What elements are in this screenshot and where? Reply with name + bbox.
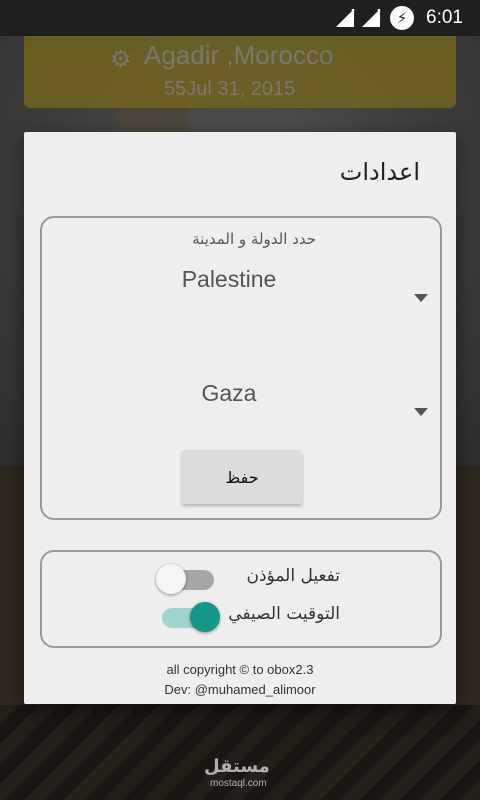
location-panel: حدد الدولة و المدينة Palestine Gaza حفظ (40, 216, 442, 520)
copyright-text: all copyright © to obox2.3 (166, 662, 314, 677)
dialog-title: اعدادات (339, 158, 420, 186)
dst-toggle[interactable] (162, 602, 220, 632)
developer-text: Dev: @muhamed_alimoor (164, 682, 316, 697)
status-bar: ! ! ⚡ 6:01 (0, 0, 480, 36)
country-value: Palestine (181, 266, 277, 292)
location-panel-label: حدد الدولة و المدينة (192, 230, 316, 248)
dropdown-arrow-icon (414, 408, 428, 416)
options-panel: تفعيل المؤذن التوقيت الصيفي (40, 550, 442, 648)
dst-row: التوقيت الصيفي (42, 600, 440, 636)
battery-charging-icon: ⚡ (390, 6, 414, 30)
watermark-url: mostaql.com (210, 778, 267, 789)
watermark-logo: مستقل (204, 756, 270, 777)
dropdown-arrow-icon (414, 294, 428, 302)
adhan-label: تفعيل المؤذن (246, 566, 340, 586)
settings-dialog: اعدادات حدد الدولة و المدينة Palestine G… (24, 132, 456, 704)
dst-label: التوقيت الصيفي (228, 604, 340, 624)
city-spinner[interactable]: Gaza (42, 380, 440, 420)
city-value: Gaza (201, 380, 257, 406)
save-button[interactable]: حفظ (182, 450, 302, 504)
adhan-row: تفعيل المؤذن (42, 562, 440, 598)
country-spinner[interactable]: Palestine (42, 266, 440, 306)
adhan-toggle[interactable] (156, 564, 214, 594)
clock: 6:01 (426, 7, 463, 28)
